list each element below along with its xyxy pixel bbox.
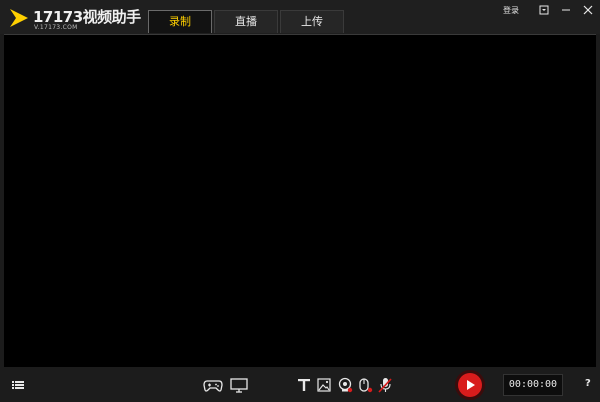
- close-icon[interactable]: [580, 3, 596, 17]
- mouse-icon[interactable]: [358, 376, 373, 394]
- webcam-icon[interactable]: [338, 376, 353, 394]
- preview-area: [4, 34, 596, 367]
- list-icon[interactable]: [12, 376, 24, 394]
- minimize-icon[interactable]: [558, 3, 574, 17]
- gamepad-icon[interactable]: [203, 376, 223, 394]
- monitor-icon[interactable]: [230, 376, 248, 394]
- image-icon[interactable]: [317, 376, 331, 394]
- tab-live[interactable]: 直播: [214, 10, 278, 33]
- tab-upload[interactable]: 上传: [280, 10, 344, 33]
- app-subtitle: V.17173.COM: [34, 24, 78, 31]
- recording-timer: 00:00:00: [503, 374, 563, 396]
- record-button-inner: [458, 373, 482, 397]
- title-bar: 17173视频助手 V.17173.COM 录制 直播 上传 登录: [0, 0, 600, 34]
- logo-icon: [10, 9, 28, 27]
- microphone-icon[interactable]: [378, 376, 393, 394]
- login-link[interactable]: 登录: [503, 5, 519, 16]
- text-icon[interactable]: [298, 376, 310, 394]
- record-button[interactable]: [455, 370, 485, 400]
- dropdown-menu-icon[interactable]: [536, 3, 552, 17]
- tab-bar: 录制 直播 上传: [148, 10, 346, 34]
- app-window: 17173视频助手 V.17173.COM 录制 直播 上传 登录 00:00:…: [0, 0, 600, 402]
- tab-record[interactable]: 录制: [148, 10, 212, 33]
- record-icon: [467, 380, 475, 390]
- help-button[interactable]: ?: [585, 378, 591, 389]
